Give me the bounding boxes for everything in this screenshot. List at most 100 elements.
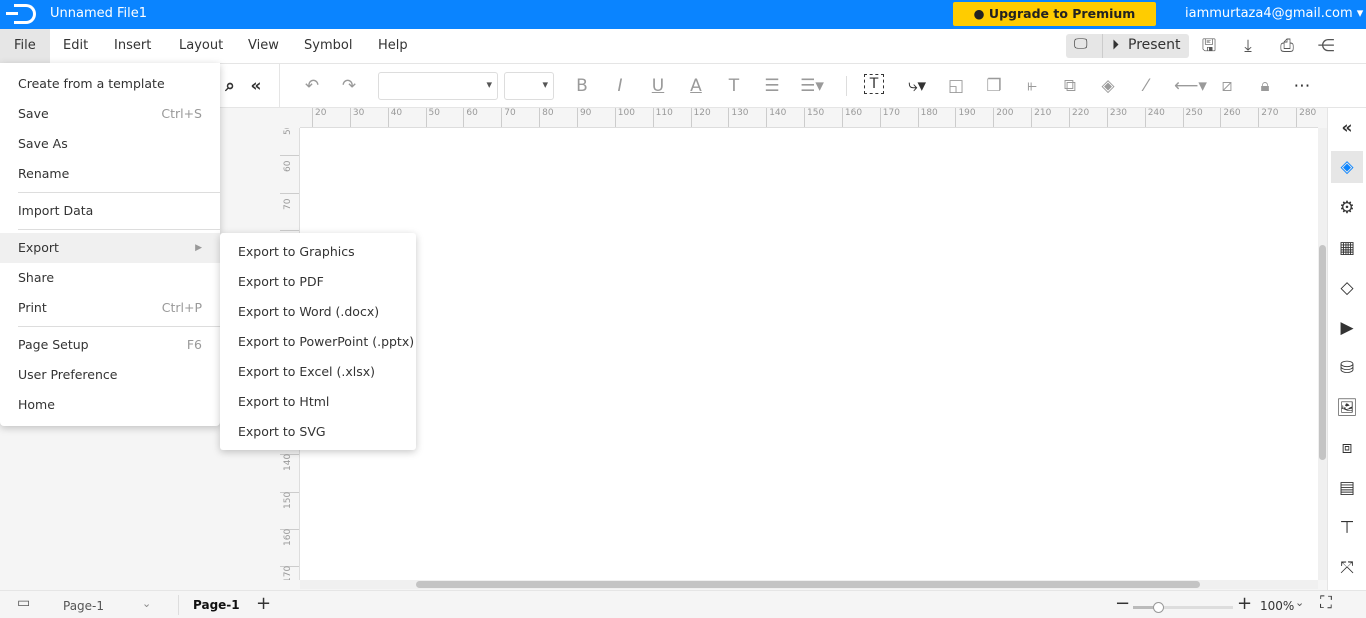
file-menu-item-user-preference[interactable]: User Preference <box>0 360 220 390</box>
text-box-icon[interactable]: T <box>864 74 884 94</box>
export-menu-item[interactable]: Export to Html <box>220 387 416 417</box>
zoom-level-select[interactable]: 100% <box>1260 599 1294 613</box>
menu-file[interactable]: File <box>0 29 50 63</box>
export-menu-item[interactable]: Export to PowerPoint (.pptx) <box>220 327 416 357</box>
connector-icon[interactable]: ⤷▾ <box>905 74 929 98</box>
bring-front-icon[interactable]: ◱ <box>944 74 968 98</box>
vertical-scroll-thumb[interactable] <box>1319 245 1326 460</box>
page-select[interactable]: Page-1 <box>63 599 104 613</box>
file-menu-item-page-setup[interactable]: Page Setup F6 <box>0 330 220 360</box>
fill-icon[interactable]: ◈ <box>1096 74 1120 98</box>
drawing-canvas[interactable] <box>300 128 1318 580</box>
ruler-tick: 170 <box>280 566 299 580</box>
print-icon[interactable]: ⎙ <box>1275 34 1299 58</box>
line-color-icon[interactable]: ⁄ <box>1134 74 1158 98</box>
menu-item-label: Page Setup <box>18 337 89 352</box>
fullscreen-icon[interactable]: ⛶ <box>1320 593 1332 613</box>
mind-map-icon[interactable]: ⤧ <box>1331 552 1363 584</box>
download-icon[interactable]: ⤓ <box>1236 34 1260 58</box>
zoom-in-icon[interactable]: + <box>1237 593 1252 614</box>
fill-style-icon[interactable]: ◈ <box>1331 151 1363 183</box>
menu-symbol[interactable]: Symbol <box>290 29 366 63</box>
export-menu-item[interactable]: Export to Excel (.xlsx) <box>220 357 416 387</box>
ruler-tick: 170 <box>879 108 900 127</box>
expand-panel-icon[interactable]: « <box>1331 112 1363 144</box>
font-color-icon[interactable]: A <box>684 74 708 98</box>
database-icon[interactable]: ⛁ <box>1331 352 1363 384</box>
send-back-icon[interactable]: ❐ <box>982 74 1006 98</box>
horizontal-scroll-thumb[interactable] <box>416 581 1200 588</box>
underline-icon[interactable]: U <box>646 74 670 98</box>
file-title[interactable]: Unnamed File1 <box>50 6 147 21</box>
search-icon[interactable]: ⌕ <box>218 74 242 98</box>
menu-edit[interactable]: Edit <box>49 29 102 63</box>
menu-help[interactable]: Help <box>364 29 422 63</box>
file-menu-item-share[interactable]: Share <box>0 263 220 293</box>
chevron-down-icon[interactable]: ⌄ <box>1295 596 1304 609</box>
export-menu-item[interactable]: Export to Word (.docx) <box>220 297 416 327</box>
file-menu-item-rename[interactable]: Rename <box>0 159 220 189</box>
file-menu-item-save-as[interactable]: Save As <box>0 129 220 159</box>
menu-item-label: Share <box>18 270 55 285</box>
share-icon[interactable]: ⋲ <box>1314 34 1338 58</box>
menu-insert[interactable]: Insert <box>100 29 165 63</box>
image-icon[interactable]: 🖼︎ <box>1331 392 1363 424</box>
line-spacing-icon[interactable]: ☰▾ <box>800 74 824 98</box>
file-menu-item-create-from-a-template[interactable]: Create from a template <box>0 69 220 99</box>
italic-icon[interactable]: I <box>608 74 632 98</box>
file-menu-item-print[interactable]: Print Ctrl+P <box>0 293 220 323</box>
layers-icon[interactable]: ◇ <box>1331 272 1363 304</box>
horizontal-scrollbar[interactable] <box>300 580 1318 589</box>
file-menu-item-import-data[interactable]: Import Data <box>0 196 220 226</box>
app-logo-icon[interactable] <box>6 4 36 24</box>
group-icon[interactable]: ⧉ <box>1058 74 1082 98</box>
export-menu-item[interactable]: Export to PDF <box>220 267 416 297</box>
menu-view[interactable]: View <box>234 29 293 63</box>
title-bar: Unnamed File1 ● Upgrade to Premium Versi… <box>0 0 1366 45</box>
export-menu-item[interactable]: Export to SVG <box>220 417 416 447</box>
lock-icon[interactable]: 🔒︎ <box>1253 74 1277 98</box>
ruler-tick: 60 <box>463 108 478 127</box>
edit-shape-icon[interactable]: ⧄ <box>1215 74 1239 98</box>
zoom-slider[interactable] <box>1133 602 1233 613</box>
undo-icon[interactable]: ↶ <box>300 74 324 98</box>
align-objects-icon[interactable]: ⫦ <box>1020 74 1044 98</box>
ruler-tick: 180 <box>917 108 938 127</box>
symbols-grid-icon[interactable]: ▦ <box>1331 232 1363 264</box>
status-bar: ▭ Page-1 ⌄ Page-1 + − + 100% ⌄ ⛶ <box>0 590 1366 618</box>
present-button[interactable]: Present <box>1128 37 1181 53</box>
redo-icon[interactable]: ↷ <box>337 74 361 98</box>
zoom-out-icon[interactable]: − <box>1115 593 1130 614</box>
gantt-icon[interactable]: ⊤ <box>1331 512 1363 544</box>
vertical-scrollbar[interactable] <box>1318 128 1327 580</box>
font-size-select[interactable] <box>504 72 554 100</box>
shape-settings-icon[interactable]: ⚙ <box>1331 192 1363 224</box>
divider <box>1102 34 1103 58</box>
zoom-slider-handle[interactable] <box>1153 602 1164 613</box>
org-chart-icon[interactable]: ⧈ <box>1331 432 1363 464</box>
menu-layout[interactable]: Layout <box>165 29 237 63</box>
upgrade-button[interactable]: ● Upgrade to Premium Version <box>953 2 1156 45</box>
file-menu-item-home[interactable]: Home <box>0 390 220 420</box>
font-family-select[interactable] <box>378 72 498 100</box>
ruler-tick: 240 <box>1144 108 1165 127</box>
bold-icon[interactable]: B <box>570 74 594 98</box>
chevron-down-icon[interactable]: ⌄ <box>142 597 151 610</box>
add-page-icon[interactable]: + <box>256 593 271 614</box>
page-view-icon[interactable]: ▭ <box>17 595 30 611</box>
page-tab-active[interactable]: Page-1 <box>193 598 240 612</box>
export-menu-item[interactable]: Export to Graphics <box>220 237 416 267</box>
floor-plan-icon[interactable]: ▤ <box>1331 472 1363 504</box>
align-icon[interactable]: ☰ <box>760 74 784 98</box>
user-account-menu[interactable]: iammurtaza4@gmail.com ▾ <box>1185 6 1363 21</box>
slideshow-icon[interactable]: ▶ <box>1331 312 1363 344</box>
file-menu-item-export[interactable]: Export ▶ <box>0 233 220 263</box>
text-style-icon[interactable]: T <box>722 74 746 98</box>
menu-item-label: User Preference <box>18 367 118 382</box>
collapse-left-icon[interactable]: « <box>244 74 268 98</box>
line-style-icon[interactable]: ⟵▾ <box>1174 74 1207 98</box>
file-menu-item-save[interactable]: Save Ctrl+S <box>0 99 220 129</box>
presentation-mode-icon[interactable]: 🖵 <box>1074 36 1088 52</box>
more-icon[interactable]: ⋯ <box>1290 74 1314 98</box>
save-icon[interactable]: 🖫 <box>1197 34 1221 58</box>
